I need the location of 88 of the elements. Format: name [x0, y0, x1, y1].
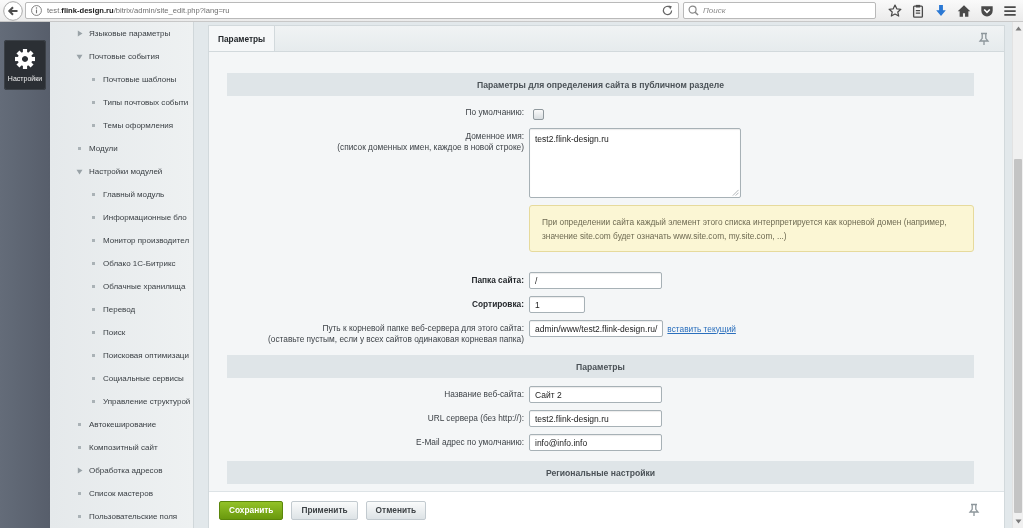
bullet-icon — [92, 262, 95, 265]
menu-item[interactable]: Облако 1С-Битрикс — [88, 258, 178, 269]
reload-icon[interactable] — [662, 5, 673, 16]
section-header: Параметры для определения сайта в публичном разделе — [227, 73, 974, 96]
menu-item[interactable]: Монитор производител — [88, 235, 192, 246]
menu-item[interactable]: Типы почтовых событи — [88, 97, 191, 108]
search-icon — [688, 5, 699, 16]
field-hint: (список доменных имен, каждое в новой строке) — [337, 142, 524, 153]
home-icon[interactable] — [957, 3, 971, 18]
bullet-icon — [92, 216, 95, 219]
bullet-icon — [78, 492, 81, 495]
bullet-icon — [92, 331, 95, 334]
scrollbar-thumb[interactable] — [1014, 159, 1022, 513]
bullet-icon — [92, 285, 95, 288]
bullet-icon — [78, 423, 81, 426]
menu-item[interactable]: Социальные сервисы — [88, 373, 186, 384]
bullet-icon — [92, 124, 95, 127]
input-field[interactable]: test2.flink-design.ru — [529, 410, 662, 427]
gear-icon — [15, 48, 35, 69]
menu-item[interactable]: Обработка адресов — [74, 465, 165, 476]
menu-item[interactable]: Список мастеров — [74, 488, 155, 499]
menu-item[interactable]: Почтовые шаблоны — [88, 74, 179, 85]
section-header: Параметры — [227, 355, 974, 378]
menu-item[interactable]: Автокеширование — [74, 419, 159, 430]
bullet-icon — [78, 147, 81, 150]
menu-item[interactable]: Поисковая оптимизаци — [88, 350, 191, 361]
caret-icon[interactable] — [76, 53, 83, 60]
menu-item[interactable]: Языковые параметры — [74, 28, 173, 39]
menu-item[interactable]: Темы оформления — [88, 120, 176, 131]
bullet-icon — [78, 515, 81, 518]
insert-current-link[interactable]: вставить текущий — [667, 323, 736, 334]
menu-item[interactable]: Поиск — [88, 327, 128, 338]
bullet-icon — [92, 354, 95, 357]
action-button[interactable]: Применить — [291, 500, 358, 520]
field-label: Сортировка: — [472, 299, 524, 310]
menu-item[interactable]: Главный модуль — [88, 189, 167, 200]
caret-icon[interactable] — [76, 467, 83, 474]
menu-item[interactable]: Модули — [74, 143, 120, 154]
menu-item[interactable]: Облачные хранилища — [88, 281, 188, 292]
caret-icon[interactable] — [76, 168, 83, 175]
bullet-icon — [92, 101, 95, 104]
bullet-icon — [92, 78, 95, 81]
bullet-icon — [92, 193, 95, 196]
star-icon[interactable] — [888, 3, 902, 18]
field-hint: (оставьте пустым, если у всех сайтов одинаковая корневая папка) — [268, 334, 524, 345]
shield-chevron-icon[interactable] — [980, 3, 994, 18]
bullet-icon — [92, 377, 95, 380]
bullet-icon — [92, 308, 95, 311]
input-field[interactable]: Сайт 2 — [529, 386, 662, 403]
pin-icon[interactable] — [967, 503, 981, 517]
search-field[interactable]: Поиск — [683, 2, 876, 19]
field-label: Папка сайта: — [471, 275, 524, 286]
resize-handle-icon[interactable] — [732, 189, 739, 196]
info-icon[interactable] — [31, 5, 42, 16]
field-label: E-Mail адрес по умолчанию: — [416, 437, 524, 448]
bullet-icon — [92, 400, 95, 403]
checkbox[interactable] — [533, 108, 544, 120]
input-field[interactable]: / — [529, 272, 662, 289]
field-label: По умолчанию: — [465, 107, 524, 118]
menu-item[interactable]: Настройки модулей — [74, 166, 165, 177]
input-field[interactable]: info@info.info — [529, 434, 662, 451]
field-label: Доменное имя: — [465, 131, 524, 142]
field-label: URL сервера (без http://): — [427, 413, 524, 424]
menu-icon[interactable] — [1003, 3, 1017, 18]
clipboard-icon[interactable] — [911, 3, 925, 18]
field-label: Путь к корневой папке веб-сервера для этого сайта: — [322, 323, 524, 334]
input-field[interactable]: admin/www/test2.flink-design.ru/ — [529, 320, 664, 337]
menu-item[interactable]: Информационные бло — [88, 212, 189, 223]
menu-item[interactable]: Перевод — [88, 304, 138, 315]
section-header: Региональные настройки — [227, 461, 974, 484]
menu-item[interactable]: Почтовые события — [74, 51, 162, 62]
tab[interactable]: Параметры — [209, 26, 276, 51]
back-icon[interactable] — [3, 0, 23, 21]
menu-item[interactable]: Композитный сайт — [74, 442, 160, 453]
bullet-icon — [78, 446, 81, 449]
arrow-down-icon[interactable] — [1014, 519, 1022, 524]
info-note: При определении сайта каждый элемент этого списка интерпретируется как корневой домен (например, значение site.com будет означать www.site.com, my.site.com, ...) — [529, 205, 974, 252]
download-icon[interactable] — [934, 3, 948, 18]
menu-item[interactable]: Управление структурой — [88, 396, 193, 407]
bullet-icon — [92, 239, 95, 242]
action-button[interactable]: Отменить — [365, 500, 427, 520]
field-label: Название веб-сайта: — [444, 389, 524, 400]
pin-icon[interactable] — [977, 31, 991, 46]
textarea-field[interactable]: test2.flink-design.ru — [529, 128, 741, 198]
arrow-up-icon[interactable] — [1014, 26, 1022, 31]
input-field[interactable]: 1 — [529, 296, 585, 313]
caret-icon[interactable] — [76, 30, 83, 37]
menu-item[interactable]: Пользовательские поля — [74, 511, 180, 522]
